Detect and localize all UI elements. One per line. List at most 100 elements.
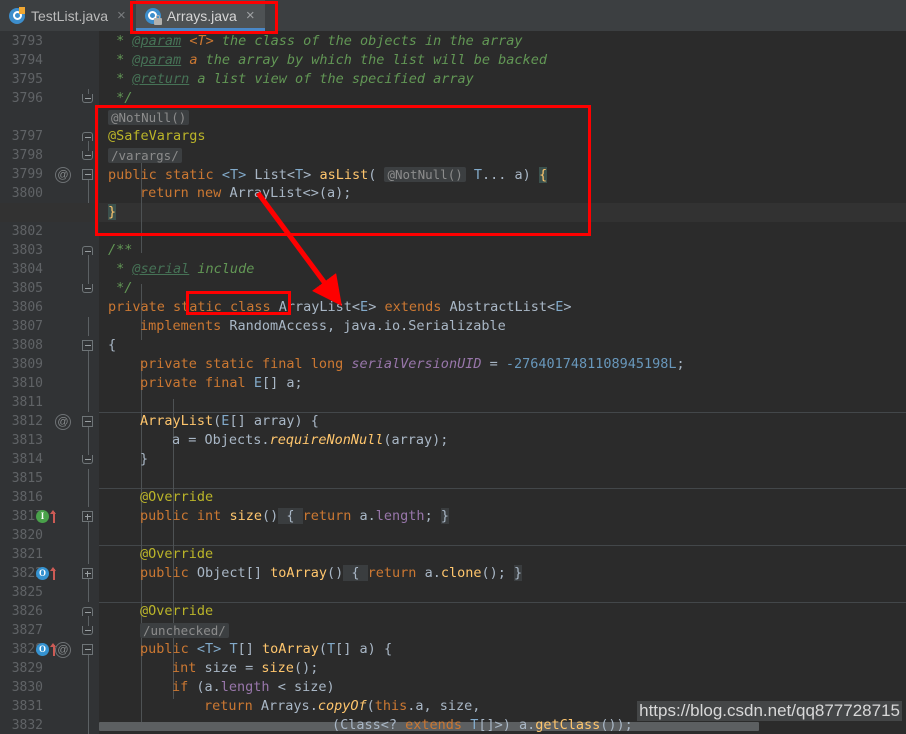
code-line[interactable]: public <T> T[] toArray(T[] a) {: [99, 640, 906, 659]
expand-fold-icon[interactable]: [82, 568, 93, 579]
code-line[interactable]: @SafeVarargs: [99, 127, 906, 146]
line-number: 3829: [11, 661, 43, 676]
tab-arrays-java[interactable]: Arrays.java ×: [135, 0, 265, 31]
code-line[interactable]: ArrayList(E[] array) {: [99, 412, 906, 431]
collapse-fold-icon[interactable]: [82, 416, 93, 427]
code-line[interactable]: @NotNull(): [99, 108, 906, 127]
fold-region-end-icon[interactable]: [82, 455, 93, 464]
code-line[interactable]: public Object[] toArray() { return a.clo…: [99, 564, 906, 583]
code-line[interactable]: {: [99, 336, 906, 355]
fold-guide-line: [88, 317, 89, 336]
code-line[interactable]: [99, 469, 906, 488]
fold-guide-line: [88, 393, 89, 412]
fold-region-end-icon[interactable]: [82, 151, 93, 160]
collapse-fold-icon[interactable]: [82, 340, 93, 351]
code-line[interactable]: [99, 526, 906, 545]
code-token: [] array) {: [229, 413, 319, 429]
fold-guide-line: [88, 621, 89, 626]
code-token: *: [108, 261, 133, 277]
method-separator: [99, 602, 906, 603]
code-line[interactable]: @Override: [99, 602, 906, 621]
fold-region-end-icon[interactable]: [82, 607, 93, 616]
code-line[interactable]: [99, 583, 906, 602]
annotation-gutter-icon[interactable]: @: [55, 642, 71, 658]
line-number: 3796: [11, 91, 43, 106]
code-line[interactable]: * @serial include: [99, 260, 906, 279]
code-line-text: @Override: [99, 489, 213, 505]
fold-region-end-icon[interactable]: [82, 94, 93, 103]
fold-guide-line: [88, 431, 89, 450]
code-line[interactable]: */: [99, 279, 906, 298]
expand-fold-icon[interactable]: [82, 511, 93, 522]
fold-region-end-icon[interactable]: [82, 132, 93, 141]
code-line[interactable]: * @return a list view of the specified a…: [99, 70, 906, 89]
code-text-area[interactable]: * @param <T> the class of the objects in…: [0, 31, 906, 734]
annotation-gutter-icon[interactable]: @: [55, 167, 71, 183]
tab-label: TestList.java: [31, 7, 109, 24]
code-token: static: [173, 299, 222, 315]
method-separator: [99, 545, 906, 546]
code-line[interactable]: * @param a the array by which the list w…: [99, 51, 906, 70]
code-token: T: [327, 641, 336, 657]
code-line[interactable]: int size = size();: [99, 659, 906, 678]
fold-region-end-icon[interactable]: [82, 626, 93, 635]
code-editor[interactable]: 3793379437953796379737983799@38003801380…: [0, 31, 906, 734]
up-arrow-icon: [50, 509, 57, 523]
code-line[interactable]: if (a.length < size): [99, 678, 906, 697]
code-token: <T>: [189, 33, 214, 49]
code-token: */: [108, 90, 133, 106]
code-line[interactable]: /unchecked/: [99, 621, 906, 640]
code-token: <>(a);: [302, 185, 352, 201]
code-line[interactable]: /**: [99, 241, 906, 260]
line-number: 3807: [11, 319, 43, 334]
code-token: new: [196, 185, 222, 201]
code-token: toArray: [261, 641, 319, 657]
fold-region-end-icon[interactable]: [82, 284, 93, 293]
code-line[interactable]: [99, 222, 906, 241]
code-token: extends: [405, 717, 463, 733]
code-token: .a, size,: [407, 698, 481, 714]
code-token: ();: [481, 565, 514, 581]
code-line[interactable]: }: [0, 203, 906, 222]
tab-testlist-java[interactable]: TestList.java ×: [0, 0, 136, 31]
code-line[interactable]: return new ArrayList<>(a);: [99, 184, 906, 203]
code-token: final: [261, 356, 303, 372]
collapse-fold-icon[interactable]: [82, 644, 93, 655]
code-line[interactable]: private static final long serialVersionU…: [99, 355, 906, 374]
code-line[interactable]: public static <T> List<T> asList( @NotNu…: [99, 165, 906, 184]
code-line[interactable]: [99, 393, 906, 412]
code-line[interactable]: */: [99, 89, 906, 108]
annotation-gutter-icon[interactable]: @: [55, 414, 71, 430]
code-line-text: (Class<? extends T[]>) a.getClass());: [99, 717, 633, 733]
implements-gutter-icon[interactable]: I: [36, 510, 49, 523]
code-token: ;: [676, 356, 685, 372]
code-token: serialVersionUID: [351, 356, 482, 372]
collapse-fold-icon[interactable]: [82, 169, 93, 180]
fold-region-end-icon[interactable]: [82, 246, 93, 255]
code-line[interactable]: a = Objects.requireNonNull(array);: [99, 431, 906, 450]
code-line[interactable]: private final E[] a;: [99, 374, 906, 393]
close-icon[interactable]: ×: [246, 8, 255, 23]
fold-guide-line: [88, 545, 89, 564]
overrides-gutter-icon[interactable]: O: [36, 643, 49, 656]
code-token: the class of the objects in the array: [213, 33, 523, 49]
code-line[interactable]: /varargs/: [99, 146, 906, 165]
code-token: private: [108, 299, 165, 315]
close-icon[interactable]: ×: [117, 8, 126, 23]
code-line[interactable]: * @param <T> the class of the objects in…: [99, 32, 906, 51]
code-line[interactable]: private static class ArrayList<E> extend…: [99, 298, 906, 317]
code-line[interactable]: @Override: [99, 488, 906, 507]
code-line[interactable]: }: [99, 450, 906, 469]
line-number: 3799: [11, 167, 43, 182]
line-number: 3797: [11, 129, 43, 144]
code-line[interactable]: @Override: [99, 545, 906, 564]
code-folding-column[interactable]: [78, 31, 99, 734]
code-token: private: [140, 375, 197, 391]
line-number: 3804: [11, 262, 43, 277]
overrides-gutter-icon[interactable]: O: [36, 567, 49, 580]
code-line[interactable]: public int size() { return a.length; }: [99, 507, 906, 526]
code-line[interactable]: implements RandomAccess, java.io.Seriali…: [99, 317, 906, 336]
